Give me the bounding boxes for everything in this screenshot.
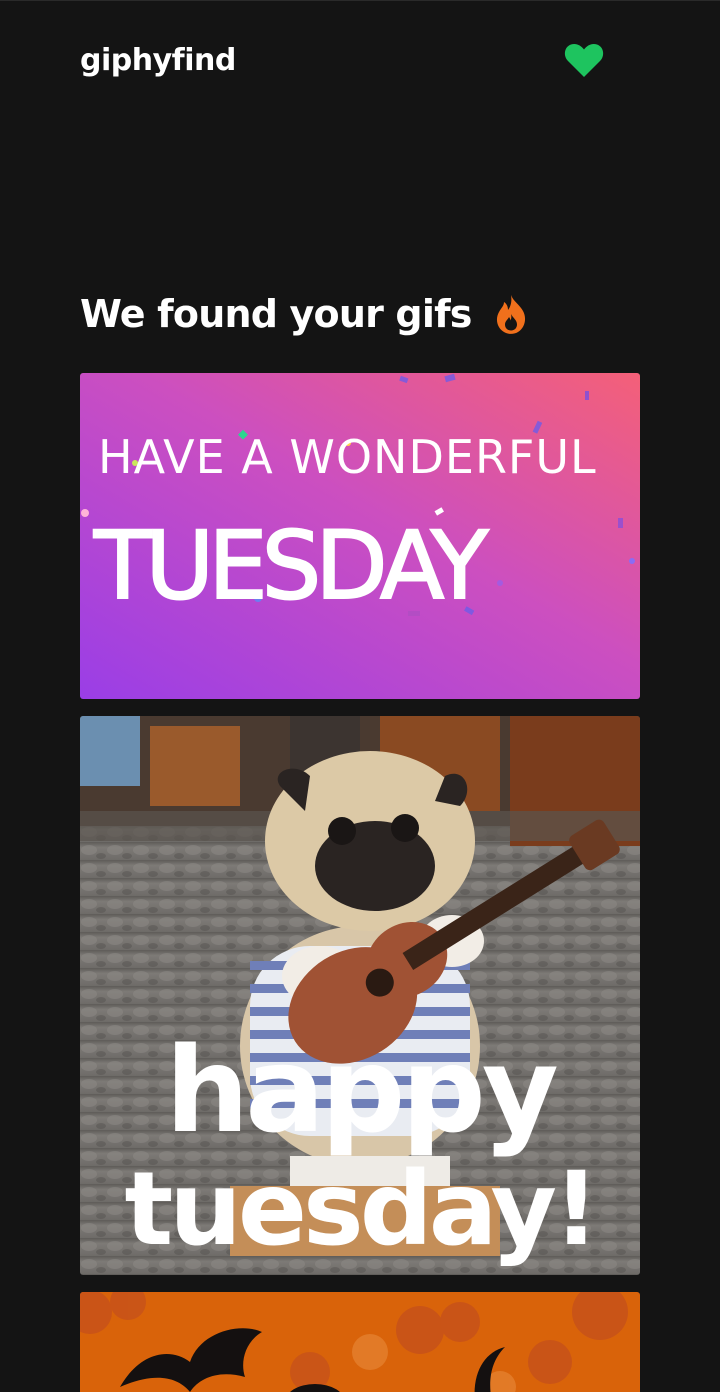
app-logo[interactable]: giphyfind [80, 43, 236, 78]
results-heading-row: We found your gifs [80, 289, 530, 339]
gif-image-wonderful-tuesday: HAVE A WONDERFUL TUESDAY [80, 373, 640, 699]
gif-text-line2: tuesday! [125, 1150, 596, 1269]
app-header: giphyfind [80, 41, 640, 85]
results-heading: We found your gifs [80, 292, 472, 336]
gif-card[interactable]: happy tuesday! [80, 716, 640, 1275]
gif-text-line2: TUESDAY [93, 512, 489, 621]
fire-icon [496, 295, 525, 334]
gif-image-autumn-bat [80, 1292, 640, 1392]
app-page: giphyfind We found your gifs HAVE A WOND… [0, 0, 720, 1392]
gif-card[interactable]: HAVE A WONDERFUL TUESDAY [80, 373, 640, 699]
gif-image-happy-tuesday-pug: happy tuesday! [80, 716, 640, 1275]
gif-text-line1: HAVE A WONDERFUL [98, 430, 597, 484]
gif-card[interactable] [80, 1292, 640, 1392]
heart-icon [564, 44, 604, 77]
gif-text-line1: happy [165, 1021, 557, 1159]
favorites-button[interactable] [562, 41, 606, 81]
